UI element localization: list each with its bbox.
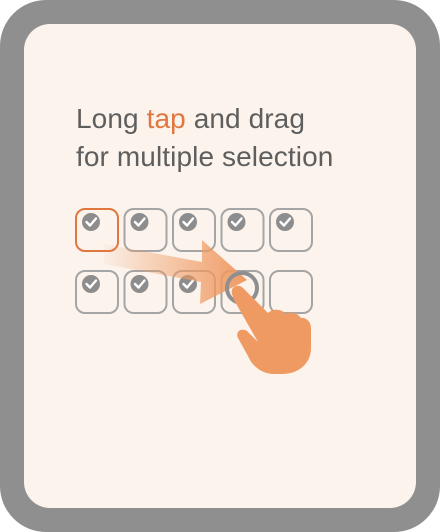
headline-text-end: and drag (185, 103, 306, 134)
tutorial-headline: Long tap and drag for multiple selection (76, 100, 406, 176)
headline-text-start: Long (76, 103, 147, 134)
headline-accent-word: tap (146, 103, 186, 134)
headline-line-two: for multiple selection (76, 141, 334, 172)
tutorial-card (24, 24, 416, 508)
